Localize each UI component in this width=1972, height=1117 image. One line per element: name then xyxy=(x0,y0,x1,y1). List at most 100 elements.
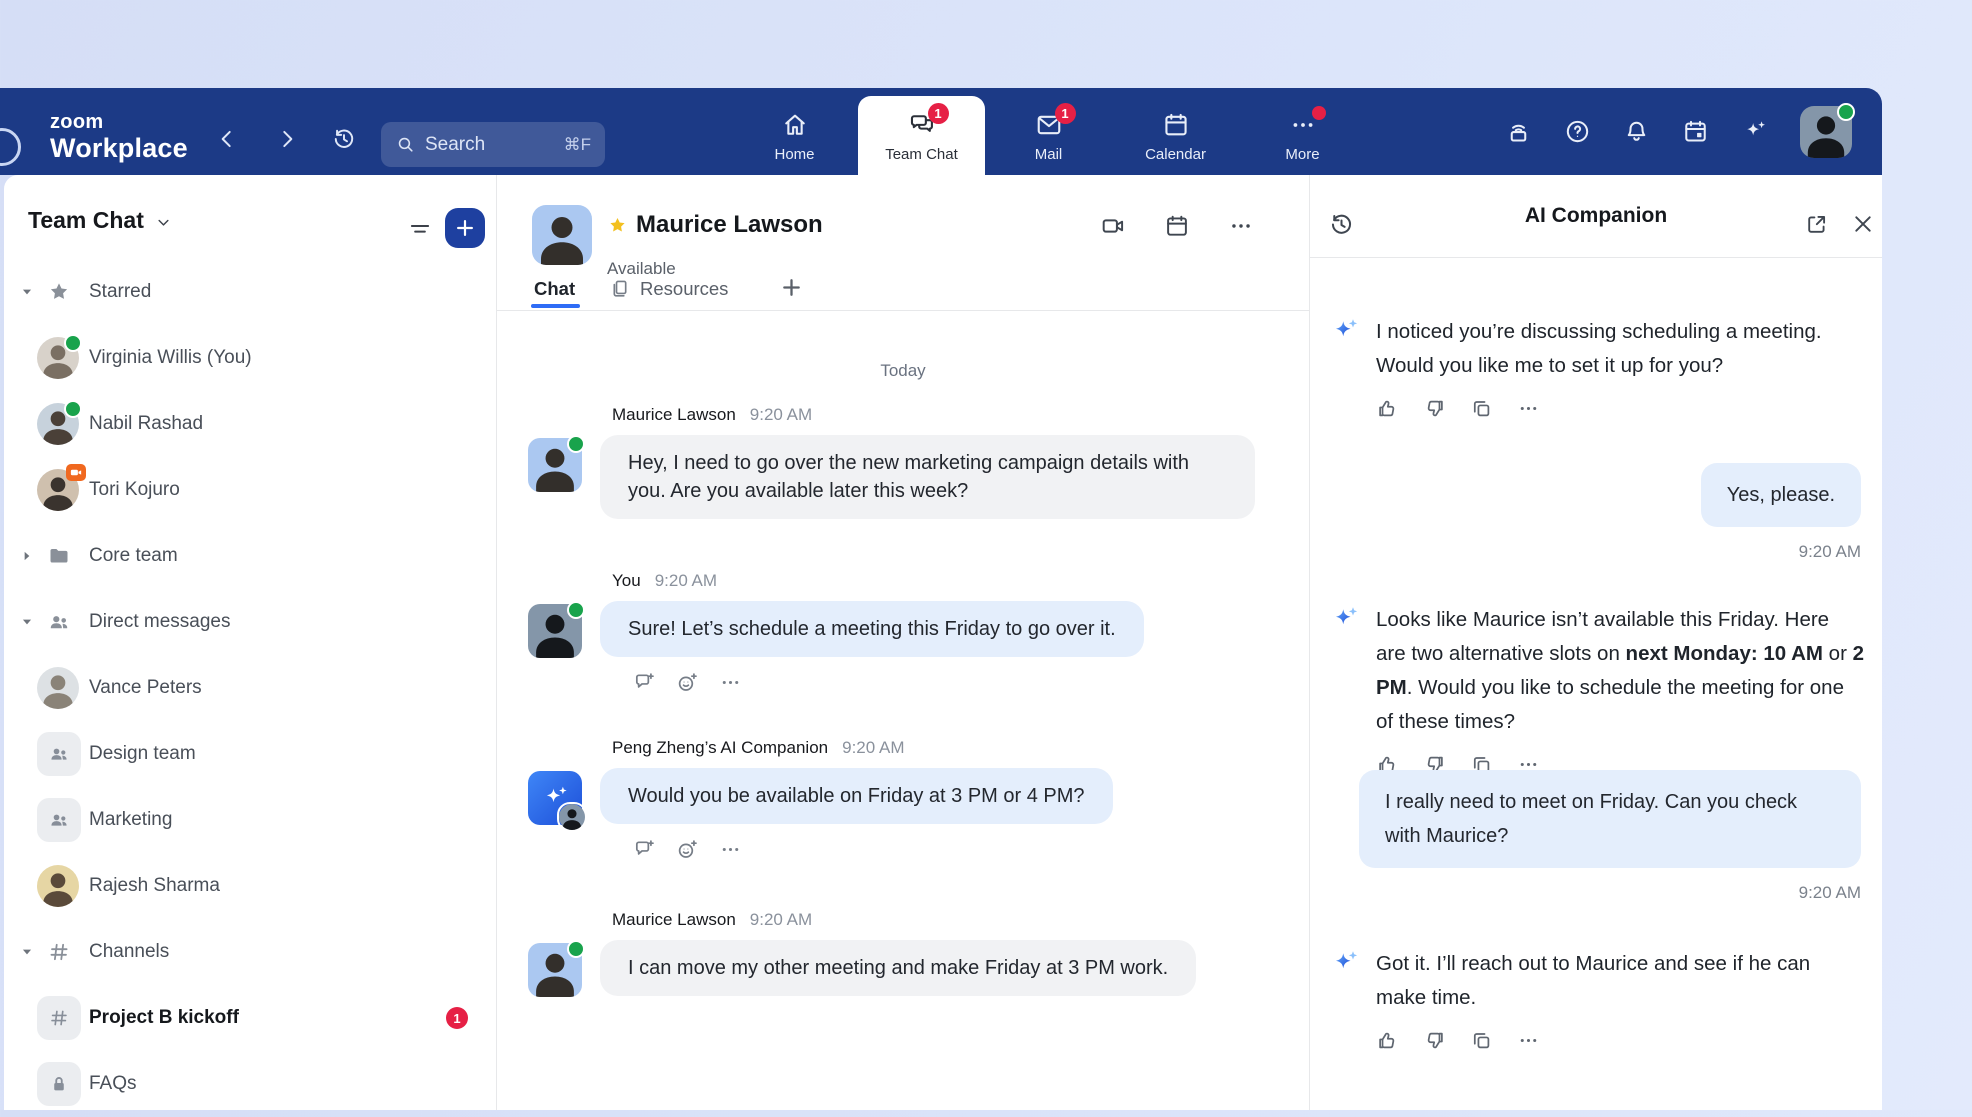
chat-message: Peng Zheng’s AI Companion9:20 AMWould yo… xyxy=(497,738,1289,861)
add-reaction-icon[interactable] xyxy=(676,838,699,861)
home-icon xyxy=(781,111,809,139)
message-time: 9:20 AM xyxy=(750,405,812,424)
nav-tab-mail[interactable]: 1Mail xyxy=(985,88,1112,175)
add-comment-icon[interactable] xyxy=(633,671,656,694)
thumb-down-icon[interactable] xyxy=(1423,1029,1446,1052)
calendar-icon[interactable] xyxy=(1164,213,1190,239)
calendar-icon xyxy=(1162,111,1190,139)
ai-response-text: I noticed you’re discussing scheduling a… xyxy=(1376,315,1864,383)
sidebar-title-dropdown[interactable]: Team Chat xyxy=(28,207,173,234)
thumb-up-icon[interactable] xyxy=(1376,1029,1399,1052)
nav-tab-team-chat[interactable]: 1Team Chat xyxy=(858,96,985,175)
sidebar-item-design-team[interactable]: Design team xyxy=(4,721,496,787)
sidebar-item-faqs[interactable]: FAQs xyxy=(4,1051,496,1117)
online-status-dot xyxy=(567,940,585,958)
add-comment-icon[interactable] xyxy=(633,838,656,861)
message-bubble: Sure! Let’s schedule a meeting this Frid… xyxy=(600,601,1144,657)
user-avatar[interactable] xyxy=(1800,106,1852,158)
sidebar-item-nabil-rashad[interactable]: Nabil Rashad xyxy=(4,391,496,457)
message-actions xyxy=(633,671,1289,694)
nav-tab-calendar[interactable]: Calendar xyxy=(1112,88,1239,175)
more-options-icon[interactable] xyxy=(1517,1029,1540,1052)
caret-down-icon[interactable] xyxy=(20,615,34,629)
ai-response-text: Looks like Maurice isn’t available this … xyxy=(1376,603,1864,739)
chat-header-avatar[interactable] xyxy=(532,205,592,265)
device-share-icon[interactable] xyxy=(1505,118,1532,145)
more-options-icon[interactable] xyxy=(1517,397,1540,420)
avatar-photo xyxy=(559,804,585,830)
sidebar-item-project-b-kickoff[interactable]: Project B kickoff1 xyxy=(4,985,496,1051)
sidebar-item-label: Core team xyxy=(89,523,178,589)
copy-icon[interactable] xyxy=(1470,1029,1493,1052)
zoom-workplace-logo: zoom Workplace xyxy=(50,112,188,162)
nav-tab-home[interactable]: Home xyxy=(731,88,858,175)
sidebar-item-direct-messages[interactable]: Direct messages xyxy=(4,589,496,655)
sidebar-item-label: Virginia Willis (You) xyxy=(89,325,252,391)
user-message-bubble: Yes, please. xyxy=(1701,463,1861,527)
screen: zoom Workplace Search ⌘F Home1Team Chat1… xyxy=(0,0,1972,1110)
partial-circle xyxy=(0,128,21,166)
active-tab-underline xyxy=(531,304,580,308)
more-options-icon[interactable] xyxy=(719,671,742,694)
sidebar-list: StarredVirginia Willis (You)Nabil Rashad… xyxy=(4,259,496,1117)
sidebar-item-label: FAQs xyxy=(89,1051,137,1117)
pop-out-icon[interactable] xyxy=(1804,212,1829,237)
sidebar-item-tori-kojuro[interactable]: Tori Kojuro xyxy=(4,457,496,523)
sidebar-title: Team Chat xyxy=(28,207,144,234)
close-icon[interactable] xyxy=(1850,211,1876,237)
ai-response: Looks like Maurice isn’t available this … xyxy=(1330,603,1864,776)
caret-down-icon[interactable] xyxy=(20,945,34,959)
ai-sparkle-white-icon[interactable] xyxy=(1741,118,1768,145)
sidebar-item-vance-peters[interactable]: Vance Peters xyxy=(4,655,496,721)
back-icon[interactable] xyxy=(214,126,240,152)
date-divider: Today xyxy=(497,361,1309,381)
header-right-icons xyxy=(1505,88,1852,175)
sidebar-item-label: Project B kickoff xyxy=(89,985,239,1051)
history-icon[interactable] xyxy=(331,126,357,152)
message-sender: Peng Zheng’s AI Companion xyxy=(612,738,828,757)
sidebar-item-marketing[interactable]: Marketing xyxy=(4,787,496,853)
app-header: zoom Workplace Search ⌘F Home1Team Chat1… xyxy=(0,88,1882,175)
sidebar-item-label: Design team xyxy=(89,721,196,787)
sidebar-item-rajesh-sharma[interactable]: Rajesh Sharma xyxy=(4,853,496,919)
main-nav-tabs: Home1Team Chat1MailCalendar More xyxy=(731,88,1366,175)
thumb-down-icon[interactable] xyxy=(1423,397,1446,420)
caret-right-icon[interactable] xyxy=(20,549,34,563)
forward-icon[interactable] xyxy=(274,126,300,152)
sidebar-item-channels[interactable]: Channels xyxy=(4,919,496,985)
mini-avatar xyxy=(557,802,587,832)
help-icon[interactable] xyxy=(1564,118,1591,145)
folder-icon xyxy=(37,534,81,578)
hash-icon xyxy=(37,930,81,974)
chat-header-title: Maurice Lawson xyxy=(607,211,823,239)
tab-chat[interactable]: Chat xyxy=(534,278,575,300)
ai-companion-avatar xyxy=(528,771,582,825)
copy-icon[interactable] xyxy=(1470,397,1493,420)
ai-panel-title: AI Companion xyxy=(1310,175,1882,257)
ai-response: Got it. I’ll reach out to Maurice and se… xyxy=(1330,947,1864,1052)
online-status-dot xyxy=(64,400,82,418)
calendar-date-icon[interactable] xyxy=(1682,118,1709,145)
star-icon[interactable] xyxy=(607,215,628,236)
sidebar-item-starred[interactable]: Starred xyxy=(4,259,496,325)
tab-resources[interactable]: Resources xyxy=(609,278,728,300)
more-options-icon[interactable] xyxy=(719,838,742,861)
filter-icon[interactable] xyxy=(407,216,433,242)
thumb-up-icon[interactable] xyxy=(1376,397,1399,420)
message-sender: You xyxy=(612,571,641,590)
ai-user-message: Yes, please.9:20 AM xyxy=(1701,463,1861,562)
video-call-icon[interactable] xyxy=(1100,213,1126,239)
caret-down-icon[interactable] xyxy=(20,285,34,299)
new-chat-button[interactable] xyxy=(445,208,485,248)
sidebar-item-virginia-willis-you-[interactable]: Virginia Willis (You) xyxy=(4,325,496,391)
bell-icon[interactable] xyxy=(1623,118,1650,145)
more-options-icon[interactable] xyxy=(1228,213,1254,239)
nav-tab-more[interactable]: More xyxy=(1239,88,1366,175)
add-reaction-icon[interactable] xyxy=(676,671,699,694)
search-input[interactable]: Search ⌘F xyxy=(381,122,605,167)
avatar xyxy=(37,337,79,379)
add-tab-icon[interactable] xyxy=(780,276,803,299)
sidebar-item-core-team[interactable]: Core team xyxy=(4,523,496,589)
nav-tab-label: More xyxy=(1285,146,1319,163)
nav-tab-label: Mail xyxy=(1035,146,1063,163)
